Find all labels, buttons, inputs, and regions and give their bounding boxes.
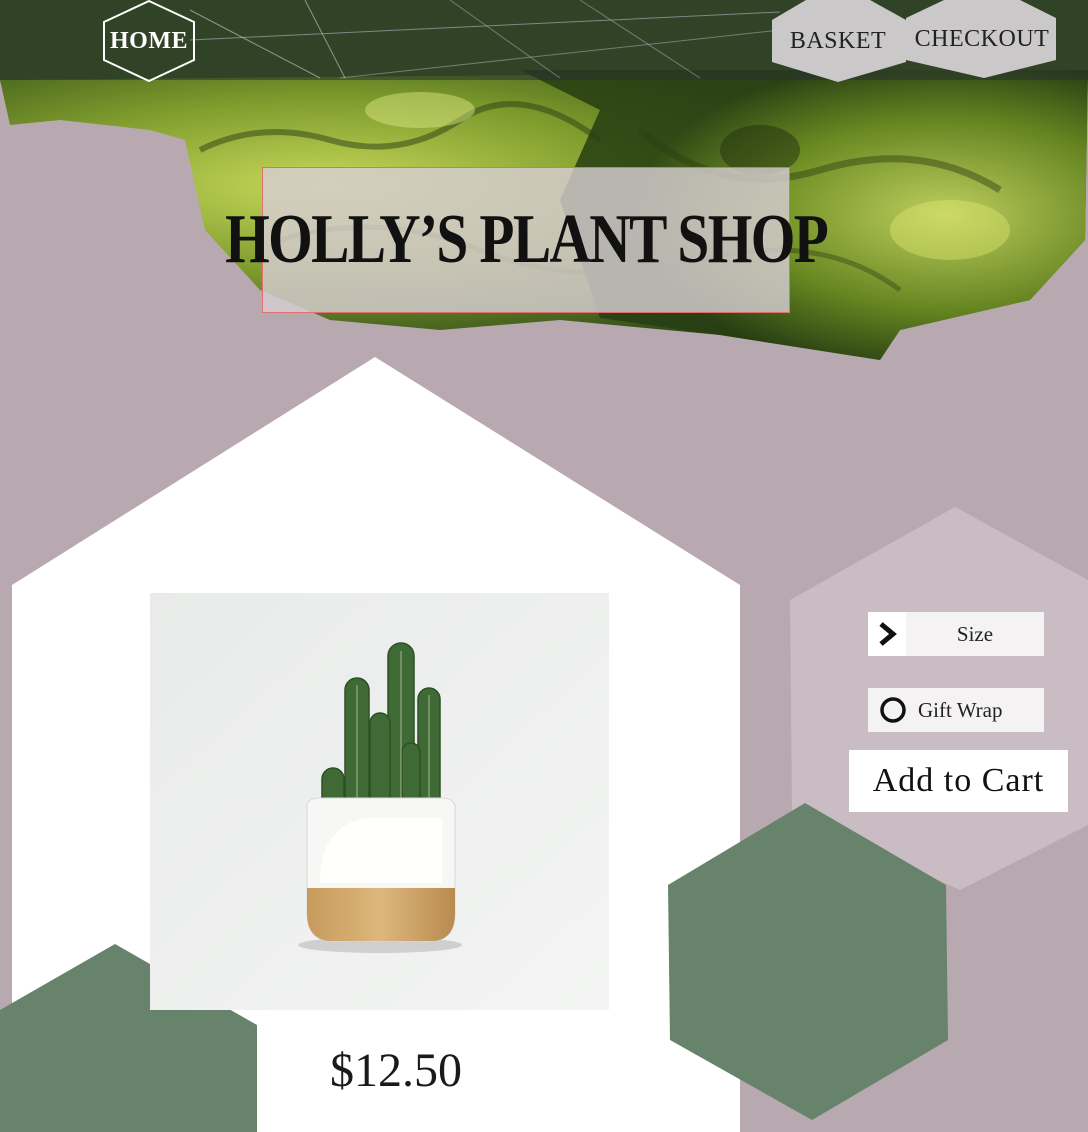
checkout-button[interactable]: CHECKOUT (904, 0, 1060, 78)
checkout-label: CHECKOUT (914, 25, 1050, 52)
chevron-right-icon (868, 612, 906, 656)
home-label: HOME (110, 27, 188, 54)
home-button[interactable]: HOME (102, 0, 196, 82)
gift-wrap-option[interactable]: Gift Wrap (868, 688, 1044, 732)
size-label: Size (956, 621, 994, 646)
add-to-cart-button[interactable]: Add to Cart (849, 750, 1068, 812)
gift-wrap-label: Gift Wrap (918, 697, 1003, 722)
top-nav-bar: HOME BASKET CHECKOUT (0, 0, 1088, 82)
shop-title-box: HOLLY’S PLANT SHOP (225, 167, 829, 313)
radio-circle-icon (868, 688, 918, 732)
size-selector[interactable]: Size (868, 612, 1044, 656)
basket-label: BASKET (789, 27, 887, 54)
shop-title: HOLLY’S PLANT SHOP (224, 201, 829, 278)
basket-button[interactable]: BASKET (770, 0, 906, 82)
product-price: $12.50 (330, 1043, 462, 1097)
product-image-cactus (150, 593, 609, 1010)
